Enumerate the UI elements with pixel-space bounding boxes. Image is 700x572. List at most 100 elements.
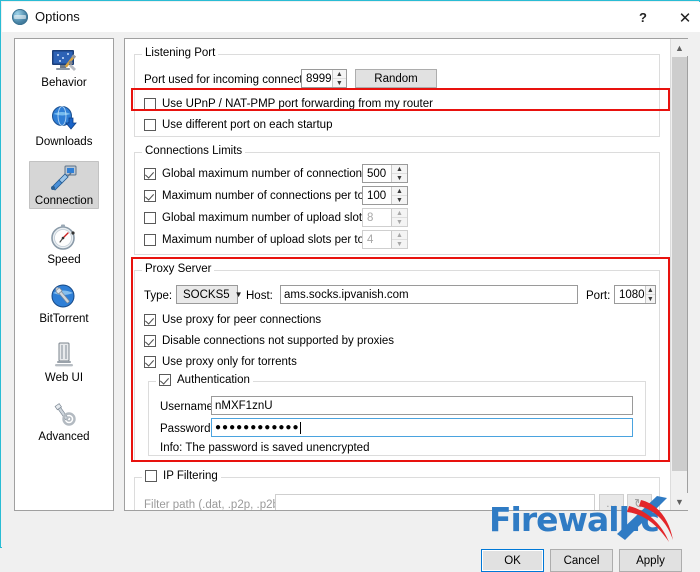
sidebar-item-label: Advanced [38, 431, 90, 443]
spinner-buttons[interactable]: ▲ ▼ [391, 231, 407, 248]
global-max-connections-label: Global maximum number of connections: [162, 168, 372, 180]
proxy-port-label: Port: [586, 290, 611, 302]
upnp-checkbox-label: Use UPnP / NAT-PMP port forwarding from … [162, 98, 433, 110]
chevron-down-icon[interactable]: ▼ [235, 290, 243, 299]
checkbox-box[interactable] [144, 234, 156, 246]
checkbox-box[interactable] [144, 314, 156, 326]
client-area: Behavior Downloads Connection Speed BitT… [2, 32, 700, 572]
global-max-connections-value: 500 [367, 167, 387, 180]
global-max-upload-slots-checkbox[interactable]: Global maximum number of upload slots: [144, 212, 371, 224]
proxy-type-dropdown[interactable]: SOCKS5 ▼ [176, 285, 243, 304]
sidebar-item-advanced[interactable]: Advanced [15, 393, 113, 452]
password-info-text: Info: The password is saved unencrypted [160, 442, 370, 454]
global-max-upload-slots-spinner[interactable]: 8 ▲ ▼ [362, 208, 408, 227]
spinner-down-icon[interactable]: ▼ [333, 79, 346, 87]
random-port-button[interactable]: Random [355, 69, 437, 88]
checkbox-box[interactable] [144, 335, 156, 347]
spinner-buttons[interactable]: ▲ ▼ [391, 209, 407, 226]
ok-button[interactable]: OK [481, 549, 544, 572]
use-proxy-peer-connections-label: Use proxy for peer connections [162, 314, 322, 326]
cancel-button[interactable]: Cancel [550, 549, 613, 572]
checkbox-box[interactable] [144, 168, 156, 180]
username-input[interactable]: nMXF1znU [211, 396, 633, 415]
close-button[interactable]: ✕ [664, 3, 700, 32]
use-proxy-only-torrents-checkbox[interactable]: Use proxy only for torrents [144, 356, 297, 368]
sidebar-item-label: Connection [34, 195, 94, 207]
different-port-checkbox-label: Use different port on each startup [162, 119, 333, 131]
sidebar-item-label: Web UI [44, 372, 84, 384]
window-title: Options [35, 9, 80, 24]
spinner-down-icon[interactable]: ▼ [392, 174, 407, 182]
sidebar-item-label: Speed [47, 254, 81, 266]
sidebar-item-downloads[interactable]: Downloads [15, 98, 113, 157]
ip-filtering-group-title: IP Filtering [163, 470, 218, 482]
proxy-host-input[interactable]: ams.socks.ipvanish.com [280, 285, 578, 304]
scrollbar-thumb[interactable] [672, 57, 687, 471]
bittorrent-icon [49, 281, 79, 311]
scroll-up-icon[interactable]: ▲ [671, 39, 688, 56]
use-proxy-peer-connections-checkbox[interactable]: Use proxy for peer connections [144, 314, 321, 326]
help-button[interactable]: ? [622, 3, 664, 32]
authentication-group-title: Authentication [177, 374, 250, 386]
proxy-host-value: ams.socks.ipvanish.com [284, 288, 409, 301]
spinner-up-icon[interactable]: ▲ [392, 165, 407, 174]
sidebar-item-connection[interactable]: Connection [15, 157, 113, 216]
username-value: nMXF1znU [215, 399, 273, 412]
sidebar-item-bittorrent[interactable]: BitTorrent [15, 275, 113, 334]
spinner-up-icon[interactable]: ▲ [332, 70, 346, 79]
behavior-icon [49, 45, 79, 75]
checkbox-box[interactable] [144, 212, 156, 224]
checkbox-box[interactable] [144, 356, 156, 368]
spinner-buttons[interactable]: ▲ ▼ [391, 187, 407, 204]
authentication-checkbox[interactable]: Authentication [156, 374, 253, 386]
checkbox-box[interactable] [144, 119, 156, 131]
upnp-checkbox[interactable]: Use UPnP / NAT-PMP port forwarding from … [144, 98, 433, 110]
checkbox-box[interactable] [159, 374, 171, 386]
spinner-down-icon[interactable]: ▼ [392, 196, 407, 204]
disable-unsupported-connections-label: Disable connections not supported by pro… [162, 335, 395, 347]
spinner-down-icon[interactable]: ▼ [392, 218, 407, 226]
spinner-up-icon[interactable]: ▲ [392, 231, 407, 240]
connection-icon [49, 163, 79, 193]
global-max-connections-spinner[interactable]: 500 ▲ ▼ [362, 164, 408, 183]
max-upload-slots-per-torrent-checkbox[interactable]: Maximum number of upload slots per torre… [144, 234, 391, 246]
max-connections-per-torrent-value: 100 [367, 189, 387, 202]
proxy-server-group-title: Proxy Server [142, 263, 215, 275]
spinner-up-icon[interactable]: ▲ [392, 209, 407, 218]
spinner-up-icon[interactable]: ▲ [645, 286, 655, 295]
checkbox-box[interactable] [144, 190, 156, 202]
listening-port-spin-buttons[interactable]: ▲ ▼ [331, 70, 346, 87]
max-connections-per-torrent-label: Maximum number of connections per torren… [162, 190, 391, 202]
advanced-icon [49, 399, 79, 429]
sidebar-item-behavior[interactable]: Behavior [15, 39, 113, 98]
spinner-down-icon[interactable]: ▼ [392, 240, 407, 248]
disable-unsupported-connections-checkbox[interactable]: Disable connections not supported by pro… [144, 335, 394, 347]
watermark-swoosh-icon [617, 496, 673, 542]
ip-filtering-checkbox[interactable]: IP Filtering [142, 470, 221, 482]
text-cursor [300, 421, 302, 434]
max-upload-slots-per-torrent-spinner[interactable]: 4 ▲ ▼ [362, 230, 408, 249]
password-input[interactable]: ●●●●●●●●●●●● [211, 418, 633, 437]
spinner-buttons[interactable]: ▲ ▼ [644, 286, 655, 303]
checkbox-box[interactable] [144, 98, 156, 110]
proxy-port-spinner[interactable]: 1080 ▲ ▼ [614, 285, 656, 304]
password-value: ●●●●●●●●●●●● [215, 422, 300, 433]
max-connections-per-torrent-spinner[interactable]: 100 ▲ ▼ [362, 186, 408, 205]
max-connections-per-torrent-checkbox[interactable]: Maximum number of connections per torren… [144, 190, 391, 202]
spinner-up-icon[interactable]: ▲ [392, 187, 407, 196]
port-label: Port used for incoming connections: [144, 74, 327, 86]
password-label: Password: [160, 423, 214, 435]
settings-category-list[interactable]: Behavior Downloads Connection Speed BitT… [14, 38, 114, 511]
global-max-connections-checkbox[interactable]: Global maximum number of connections: [144, 168, 371, 180]
sidebar-item-speed[interactable]: Speed [15, 216, 113, 275]
different-port-checkbox[interactable]: Use different port on each startup [144, 119, 332, 131]
listening-port-spinner[interactable]: 8999 ▲ ▼ [301, 69, 347, 88]
apply-button[interactable]: Apply [619, 549, 682, 572]
checkbox-box[interactable] [145, 470, 157, 482]
authentication-group: Authentication Username: nMXF1znU Passwo… [148, 374, 646, 456]
vertical-scrollbar[interactable]: ▲ ▼ [670, 39, 688, 510]
spinner-buttons[interactable]: ▲ ▼ [391, 165, 407, 182]
spinner-down-icon[interactable]: ▼ [646, 295, 655, 303]
sidebar-item-webui[interactable]: Web UI [15, 334, 113, 393]
downloads-icon [49, 104, 79, 134]
